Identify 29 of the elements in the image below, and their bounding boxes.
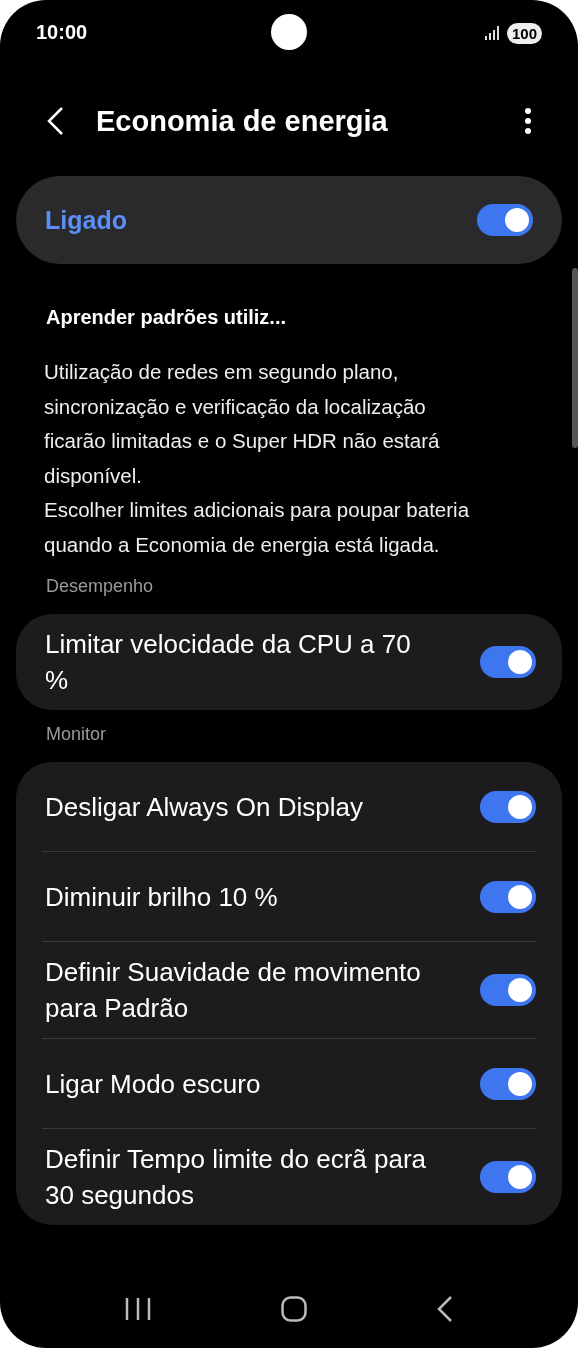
back-icon[interactable]	[437, 1295, 453, 1323]
setting-label[interactable]: Diminuir brilho 10 %	[45, 878, 278, 915]
toggle-switch[interactable]	[477, 204, 533, 236]
battery-level: 100	[506, 22, 542, 44]
home-icon[interactable]	[281, 1296, 307, 1322]
section-header: Desempenho	[45, 576, 155, 598]
setting-label[interactable]: Ligar Modo escuro	[45, 1065, 261, 1102]
toggle-switch[interactable]	[480, 790, 536, 823]
toggle-switch[interactable]	[480, 880, 536, 913]
master-switch-card[interactable]: Ligado	[16, 176, 562, 264]
setting-label[interactable]: Definir Tempo limite do ecrã para 30 segundos	[45, 1141, 437, 1213]
status-time: 10:00	[36, 20, 88, 44]
toggle-switch[interactable]	[480, 1067, 536, 1100]
setting-label[interactable]: Desligar Always On Display	[45, 788, 363, 825]
toggle-switch[interactable]	[480, 974, 536, 1006]
camera-hole	[271, 14, 307, 50]
toggle-switch[interactable]	[480, 646, 536, 678]
section-header: Monitor	[45, 724, 108, 746]
toggle-switch[interactable]	[480, 1161, 536, 1193]
page-title: Economia de energia	[96, 104, 389, 138]
more-options-icon[interactable]	[524, 107, 532, 135]
description-text: Escolher limites adicionais para poupar bateria quando a Economia de energia está ligada.	[44, 497, 471, 558]
description-text: Utilização de redes em segundo plano, sincronização e verificação da localização ficarão limitadas e o Super HDR não estará disponível.	[44, 359, 441, 489]
recent-apps-icon[interactable]	[125, 1297, 151, 1321]
signal-icon	[484, 26, 501, 40]
setting-label[interactable]: Definir Suavidade de movimento para Padrão	[45, 954, 437, 1026]
setting-label[interactable]: Limitar velocidade da CPU a 70 %	[45, 626, 437, 698]
master-switch-label: Ligado	[45, 205, 127, 235]
learn-patterns-title[interactable]: Aprender padrões utiliz...	[46, 306, 287, 329]
